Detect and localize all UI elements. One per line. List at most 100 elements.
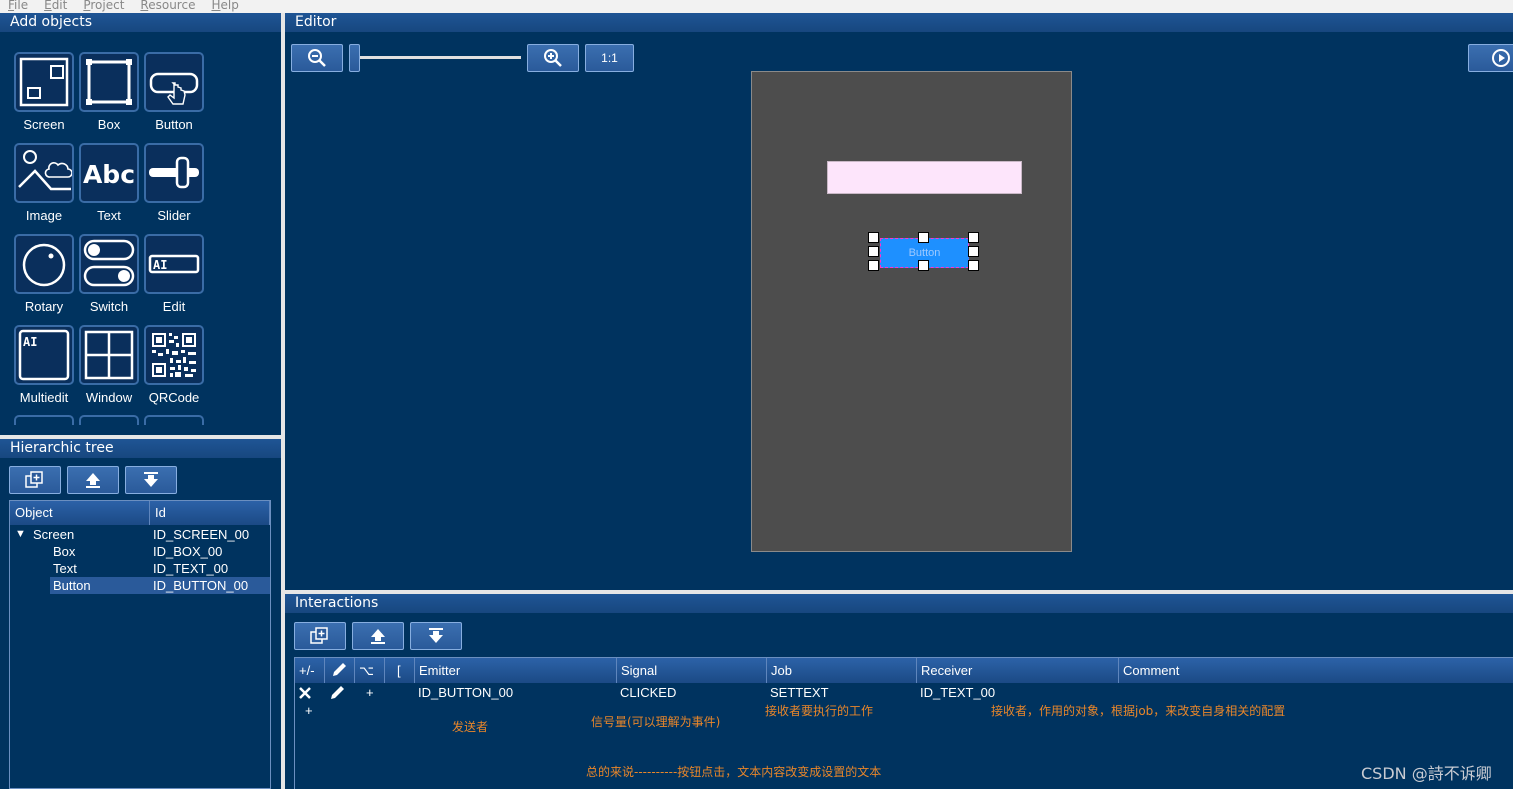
interactions-panel: Interactions +/- ⌥ [ Emitter Signal Job …: [285, 594, 1513, 789]
interaction-job[interactable]: SETTEXT: [770, 685, 829, 700]
menu-edit[interactable]: Edit: [44, 0, 67, 11]
column-header-bracket[interactable]: [: [385, 658, 415, 683]
duplicate-icon: [310, 627, 328, 644]
widget-box[interactable]: [79, 52, 139, 112]
column-header-job[interactable]: Job: [767, 658, 917, 683]
hierarchic-tree-title: Hierarchic tree: [0, 439, 281, 458]
delete-x-icon[interactable]: [298, 686, 312, 700]
widget-image[interactable]: [14, 143, 74, 203]
tree-row[interactable]: Text ID_TEXT_00: [10, 560, 270, 577]
resize-handle[interactable]: [918, 232, 929, 243]
resize-handle[interactable]: [868, 232, 879, 243]
column-header-edit[interactable]: [325, 658, 355, 683]
widget-window[interactable]: [79, 325, 139, 385]
interactions-title: Interactions: [285, 594, 1513, 613]
add-objects-title: Add objects: [0, 13, 281, 32]
menu-bar: File Edit Project Resource Help: [0, 0, 1513, 13]
interactions-table: +/- ⌥ [ Emitter Signal Job Receiver Comm…: [294, 657, 1513, 789]
editor-title: Editor: [285, 13, 1513, 32]
annotation-receiver: 接收者，作用的对象，根据job，来改变自身相关的配置: [991, 704, 1286, 718]
tree-row-object: Text: [53, 561, 77, 576]
resize-handle[interactable]: [868, 260, 879, 271]
widget-row-partial: [0, 415, 281, 425]
tree-row[interactable]: ▼ Screen ID_SCREEN_00: [10, 526, 270, 543]
canvas-text-object[interactable]: [827, 161, 1022, 194]
button-icon: [149, 72, 199, 105]
column-header-id[interactable]: Id: [150, 501, 270, 525]
resize-handle[interactable]: [918, 260, 929, 271]
interaction-move-down-button[interactable]: [410, 622, 462, 650]
tree-move-up-button[interactable]: [67, 466, 119, 494]
interaction-signal[interactable]: CLICKED: [620, 685, 676, 700]
column-header-signal[interactable]: Signal: [617, 658, 767, 683]
tree-row-id: ID_TEXT_00: [153, 561, 229, 576]
hierarchy-table: Object Id ▼ Screen ID_SCREEN_00 Box ID_B…: [9, 500, 271, 789]
rotary-icon: [22, 243, 66, 287]
arrow-up-icon: [86, 473, 100, 488]
zoom-in-button[interactable]: [527, 44, 579, 72]
editor-panel: Editor 1:1 Button: [285, 13, 1513, 590]
menu-resource[interactable]: Resource: [140, 0, 195, 11]
widget-slider[interactable]: [144, 143, 204, 203]
interaction-row[interactable]: + ID_BUTTON_00 CLICKED SETTEXT ID_TEXT_0…: [295, 684, 1513, 702]
tree-row-id: ID_BUTTON_00: [153, 578, 249, 593]
widget-text[interactable]: Abc: [79, 143, 139, 203]
arrow-down-icon: [144, 472, 158, 487]
watermark: CSDN @詩不诉卿: [1361, 764, 1492, 783]
canvas-button-label: Button: [908, 247, 941, 259]
pencil-icon[interactable]: [328, 684, 346, 702]
menu-help[interactable]: Help: [211, 0, 238, 11]
tree-row[interactable]: Box ID_BOX_00: [10, 543, 270, 560]
widget-screen-label: Screen: [23, 117, 65, 132]
widget-edit-label: Edit: [162, 299, 186, 314]
column-header-condition[interactable]: ⌥: [355, 658, 385, 683]
interaction-receiver[interactable]: ID_TEXT_00: [920, 685, 995, 700]
widget-screen[interactable]: [14, 52, 74, 112]
tree-row-selected[interactable]: Button ID_BUTTON_00: [10, 577, 270, 594]
interaction-duplicate-button[interactable]: [294, 622, 346, 650]
expand-triangle-icon[interactable]: ▼: [15, 526, 26, 543]
widget-qrcode[interactable]: [144, 325, 204, 385]
interaction-move-up-button[interactable]: [352, 622, 404, 650]
annotation-summary: 总的来说----------按钮点击，文本内容改变成设置的文本: [586, 765, 882, 779]
design-canvas[interactable]: Button: [751, 71, 1072, 552]
widget-box-label: Box: [97, 117, 121, 132]
switch-icon: [83, 239, 135, 287]
menu-file[interactable]: File: [8, 0, 28, 11]
widget-switch[interactable]: [79, 234, 139, 294]
zoom-out-button[interactable]: [291, 44, 343, 72]
menu-project[interactable]: Project: [83, 0, 124, 11]
tree-row-object: Box: [53, 544, 76, 559]
resize-handle[interactable]: [868, 246, 879, 257]
widget-button[interactable]: [144, 52, 204, 112]
column-header-comment[interactable]: Comment: [1119, 658, 1513, 683]
widget-button-label: Button: [155, 117, 193, 132]
column-header-add-remove[interactable]: +/-: [295, 658, 325, 683]
add-interaction-button[interactable]: +: [305, 703, 313, 718]
tree-duplicate-button[interactable]: [9, 466, 61, 494]
resize-handle[interactable]: [968, 246, 979, 257]
play-icon: [1492, 49, 1510, 67]
column-header-object[interactable]: Object: [10, 501, 150, 525]
column-header-receiver[interactable]: Receiver: [917, 658, 1119, 683]
zoom-slider-handle[interactable]: [349, 44, 360, 72]
window-icon: [84, 330, 134, 380]
zoom-slider-track[interactable]: [349, 56, 521, 59]
widget-multiedit[interactable]: AI: [14, 325, 74, 385]
widget-image-label: Image: [25, 208, 63, 223]
multiedit-icon: AI: [18, 329, 70, 381]
column-header-emitter[interactable]: Emitter: [415, 658, 617, 683]
widget-text-label: Text: [97, 208, 121, 223]
tree-move-down-button[interactable]: [125, 466, 177, 494]
widget-rotary[interactable]: [14, 234, 74, 294]
resize-handle[interactable]: [968, 232, 979, 243]
preview-play-button[interactable]: [1468, 44, 1513, 72]
zoom-reset-button[interactable]: 1:1: [585, 44, 634, 72]
zoom-in-icon: [544, 49, 562, 67]
text-icon: Abc: [83, 160, 135, 189]
interaction-sign[interactable]: +: [366, 685, 374, 700]
interaction-emitter[interactable]: ID_BUTTON_00: [418, 685, 513, 700]
pencil-icon: [333, 663, 346, 676]
widget-edit[interactable]: AI: [144, 234, 204, 294]
resize-handle[interactable]: [968, 260, 979, 271]
